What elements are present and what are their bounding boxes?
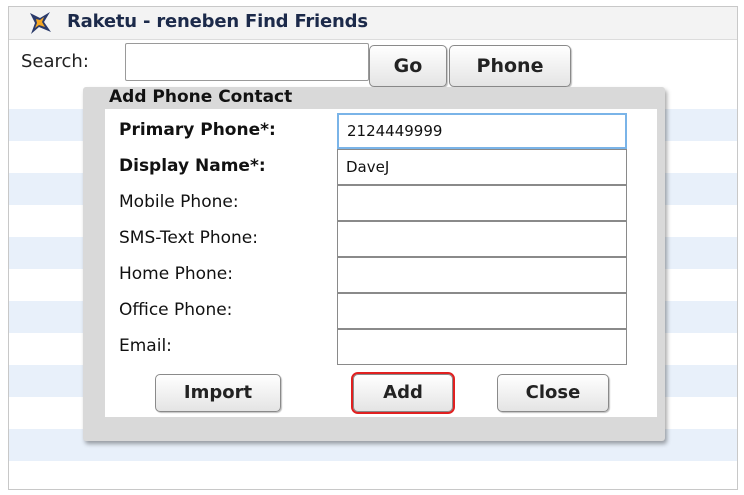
title-bar: Raketu - reneben Find Friends [9,7,737,40]
dialog-title: Add Phone Contact [109,87,293,107]
sms-text-phone-field[interactable] [337,221,627,257]
import-button[interactable]: Import [155,374,281,412]
search-input[interactable] [125,43,369,81]
add-phone-contact-dialog: Add Phone Contact Primary Phone*: 212444… [83,87,665,441]
dialog-form: Primary Phone*: 2124449999 Display Name*… [105,109,657,417]
mobile-phone-field[interactable] [337,185,627,221]
home-phone-field[interactable] [337,257,627,293]
display-name-label: Display Name*: [119,156,266,176]
phone-button[interactable]: Phone [449,45,571,87]
add-button[interactable]: Add [351,372,455,414]
home-phone-label: Home Phone: [119,264,233,284]
app-window: Raketu - reneben Find Friends Search: Go… [8,6,738,490]
office-phone-field[interactable] [337,293,627,329]
email-field[interactable] [337,329,627,365]
office-phone-label: Office Phone: [119,300,233,320]
go-button[interactable]: Go [369,45,447,87]
primary-phone-label: Primary Phone*: [119,120,276,140]
mobile-phone-label: Mobile Phone: [119,192,239,212]
primary-phone-field[interactable]: 2124449999 [337,113,627,149]
search-label: Search: [21,51,89,72]
display-name-field[interactable]: DaveJ [337,149,627,185]
sms-text-phone-label: SMS-Text Phone: [119,228,258,248]
close-button[interactable]: Close [497,374,609,412]
window-title: Raketu - reneben Find Friends [67,11,368,32]
raketu-logo-icon [30,12,51,34]
email-label: Email: [119,336,172,356]
